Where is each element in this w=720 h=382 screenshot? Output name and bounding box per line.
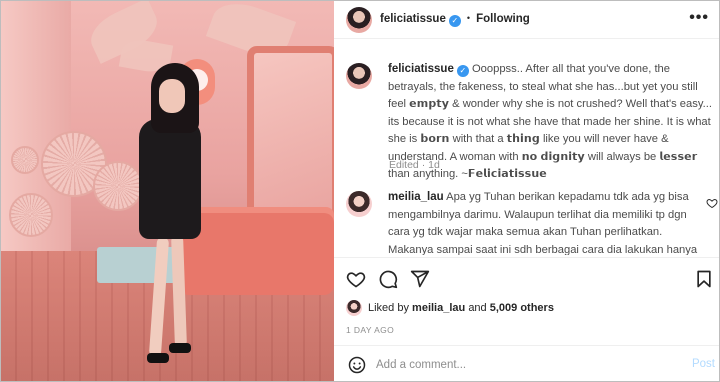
commenter-avatar[interactable] (346, 191, 372, 217)
verified-badge-icon: ✓ (448, 15, 461, 27)
share-icon[interactable] (410, 269, 430, 289)
heart-icon[interactable] (346, 269, 366, 289)
caption-age[interactable]: 1d (428, 159, 440, 171)
author-username[interactable]: feliciatissue (380, 13, 446, 25)
photo-paper-fan (11, 146, 39, 174)
post-header: feliciatissue ✓ • Following ••• (334, 1, 719, 39)
author-avatar[interactable] (346, 7, 372, 33)
photo-person-shoe (147, 353, 169, 363)
caption-username[interactable]: feliciatissue (388, 63, 454, 75)
post-photo[interactable] (1, 1, 334, 381)
post-timestamp[interactable]: 1 DAY AGO (346, 325, 394, 335)
caption-meta: Edited · 1d (389, 159, 440, 171)
photo-person-shoe (169, 343, 191, 353)
likes-text: Liked by meilia_lau and 5,009 others (368, 302, 554, 314)
post-actions-bar (334, 257, 719, 297)
edited-label: Edited (389, 159, 419, 171)
comment-text-block: meilia_lau Apa yg Tuhan berikan kepadamu… (388, 191, 698, 255)
post-side-panel: feliciatissue ✓ • Following ••• feliciati… (334, 1, 719, 381)
photo-person-dress (139, 119, 201, 239)
separator-dot: • (466, 13, 471, 23)
liked-by-label: Liked by (368, 302, 409, 314)
likes-count-link[interactable]: 5,009 others (490, 302, 554, 314)
photo-person-face (159, 79, 185, 113)
liker-avatar[interactable] (346, 300, 362, 316)
photo-paper-fan (93, 161, 143, 211)
comment-item: meilia_lau Apa yg Tuhan berikan kepadamu… (346, 191, 716, 255)
comment-icon[interactable] (378, 269, 398, 289)
photo-paper-fan (9, 193, 53, 237)
photo-mirror (247, 46, 334, 224)
comment-username[interactable]: meilia_lau (388, 191, 444, 203)
bookmark-icon[interactable] (694, 269, 714, 289)
liker-username[interactable]: meilia_lau (412, 302, 465, 314)
comment-like-heart-icon[interactable] (706, 197, 718, 209)
likes-and-label: and (468, 302, 487, 314)
post-comment-button[interactable]: Post (692, 358, 715, 370)
emoji-icon[interactable] (348, 356, 366, 374)
more-options-icon[interactable]: ••• (689, 9, 709, 27)
photo-bench (179, 213, 334, 295)
instagram-post-modal: feliciatissue ✓ • Following ••• feliciati… (0, 0, 720, 382)
meta-dot: · (421, 159, 426, 171)
add-comment-input[interactable] (376, 355, 666, 375)
following-button[interactable]: Following (476, 13, 530, 25)
likes-row: Liked by meilia_lau and 5,009 others (346, 298, 716, 320)
header-user-line: feliciatissue ✓ • Following (380, 13, 530, 27)
add-comment-bar: Post (334, 345, 719, 381)
verified-badge-icon: ✓ (456, 65, 469, 77)
photo-shelf (97, 247, 181, 283)
caption-author-avatar[interactable] (346, 63, 372, 89)
